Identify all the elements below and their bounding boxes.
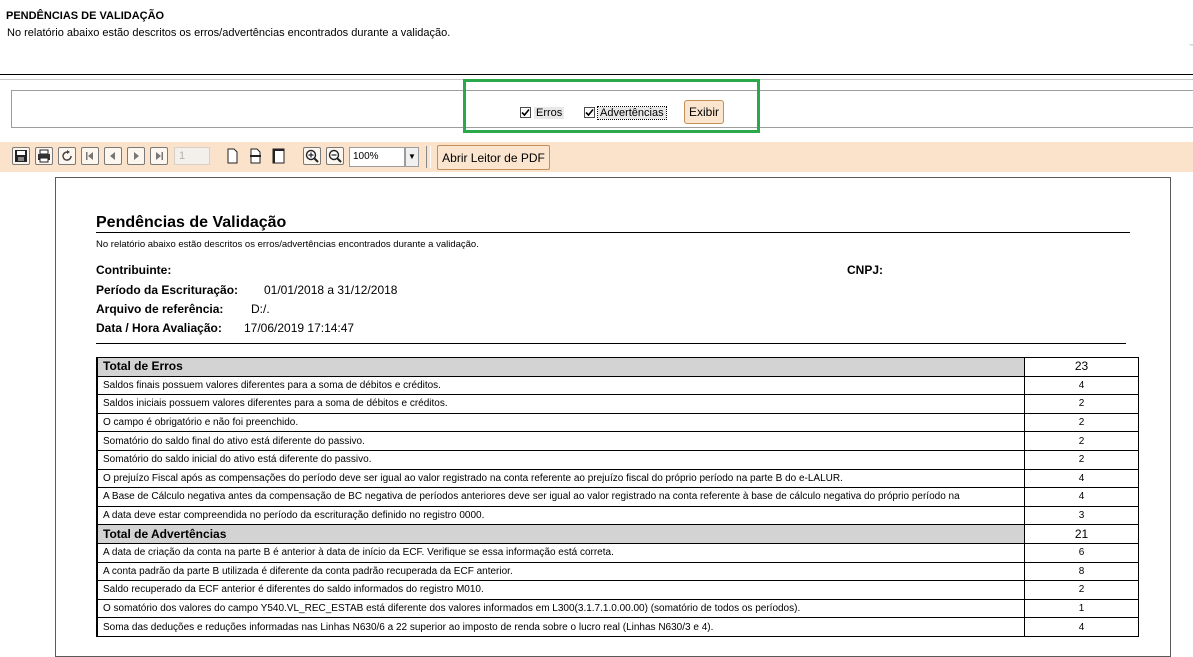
table-row: O somatório dos valores do campo Y540.VL… [96, 598, 1139, 619]
last-page-button[interactable] [150, 147, 168, 165]
table-row: Soma das deduções e reduções informadas … [96, 617, 1139, 637]
contribuinte-label: Contribuinte: [96, 263, 172, 277]
row-count: 2 [1024, 431, 1139, 451]
row-count: 4 [1024, 468, 1139, 489]
table-row: A data deve estar compreendida no períod… [96, 505, 1139, 526]
row-count: 8 [1024, 561, 1139, 582]
row-count: 2 [1024, 449, 1139, 470]
page-width-button[interactable] [247, 147, 265, 165]
row-description: Saldos finais possuem valores diferentes… [96, 375, 1025, 396]
errors-total-row: Total de Erros 23 [96, 357, 1139, 377]
report-header-rule [96, 343, 1126, 344]
zoom-select[interactable]: 100% [349, 147, 405, 167]
row-count: 2 [1024, 394, 1139, 414]
page-title: PENDÊNCIAS DE VALIDAÇÃO [6, 10, 165, 22]
first-page-icon [86, 152, 93, 160]
save-button[interactable] [12, 147, 30, 165]
table-left-border [96, 358, 98, 636]
page-number-input[interactable]: 1 [174, 147, 210, 165]
report-title-rule [96, 232, 1130, 233]
page-width-icon [250, 148, 261, 164]
prev-page-button[interactable] [104, 147, 122, 165]
last-page-icon [156, 152, 163, 160]
first-page-button[interactable] [81, 147, 99, 165]
errors-total-row-count: 23 [1024, 357, 1139, 377]
table-row: Somatório do saldo inicial do ativo está… [96, 449, 1139, 470]
cnpj-label: CNPJ: [847, 263, 884, 277]
table-row: Saldos finais possuem valores diferentes… [96, 375, 1139, 396]
row-count: 6 [1024, 542, 1139, 563]
periodo-value: 01/01/2018 a 31/12/2018 [264, 283, 398, 297]
row-count: 2 [1024, 580, 1139, 600]
page-view-button[interactable] [224, 147, 242, 165]
table-row: Saldo recuperado da ECF anterior é difer… [96, 580, 1139, 600]
filter-highlight-box [463, 79, 760, 133]
errors-total-row-label: Total de Erros [96, 357, 1025, 377]
row-description: A Base de Cálculo negativa antes da comp… [96, 487, 1025, 507]
print-icon [38, 149, 50, 163]
row-description: Saldo recuperado da ECF anterior é difer… [96, 580, 1025, 600]
row-description: O prejuízo Fiscal após as compensações d… [96, 468, 1025, 489]
whole-page-icon [272, 148, 285, 164]
periodo-label: Período da Escrituração: [96, 283, 239, 297]
row-description: A data deve estar compreendida no períod… [96, 505, 1025, 526]
toolbar-separator [426, 146, 431, 168]
results-table: Total de Erros 23 Saldos finais possuem va… [96, 357, 1139, 637]
warnings-total-row-label: Total de Advertências [96, 524, 1025, 544]
next-page-button[interactable] [127, 147, 145, 165]
table-row: Somatório do saldo final do ativo está d… [96, 431, 1139, 451]
warnings-total-row: Total de Advertências 21 [96, 524, 1139, 544]
prev-page-icon [110, 152, 115, 160]
row-count: 4 [1024, 617, 1139, 637]
report-description: No relatório abaixo estão descritos os e… [96, 239, 479, 250]
zoom-in-icon [305, 149, 319, 163]
arquivo-value: D:/. [251, 302, 270, 316]
row-description: Saldos iniciais possuem valores diferent… [96, 394, 1025, 414]
save-icon [15, 150, 27, 162]
refresh-icon [62, 150, 72, 161]
open-pdf-reader-button[interactable]: Abrir Leitor de PDF [437, 145, 550, 170]
row-description: A data de criação da conta na parte B é … [96, 542, 1025, 563]
table-row: O prejuízo Fiscal após as compensações d… [96, 468, 1139, 489]
row-description: O campo é obrigatório e não foi preenchi… [96, 412, 1025, 433]
row-count: 2 [1024, 412, 1139, 433]
arquivo-label: Arquivo de referência: [96, 302, 224, 316]
data-avaliacao-label: Data / Hora Avaliação: [96, 321, 222, 335]
whole-page-button[interactable] [270, 147, 288, 165]
row-count: 4 [1024, 375, 1139, 396]
table-row: A data de criação da conta na parte B é … [96, 542, 1139, 563]
report-title: Pendências de Validação [96, 214, 287, 231]
data-avaliacao-value: 17/06/2019 17:14:47 [244, 321, 355, 335]
row-count: 3 [1024, 505, 1139, 526]
zoom-in-button[interactable] [303, 147, 321, 165]
row-description: Soma das deduções e reduções informadas … [96, 617, 1025, 637]
zoom-out-icon [328, 149, 342, 163]
zoom-out-button[interactable] [326, 147, 344, 165]
table-row: A conta padrão da parte B utilizada é di… [96, 561, 1139, 582]
chevron-down-icon[interactable]: ▼ [405, 147, 419, 167]
header-divider [0, 74, 1193, 75]
row-count: 1 [1024, 598, 1139, 619]
table-row: O campo é obrigatório e não foi preenchi… [96, 412, 1139, 433]
table-row: Saldos iniciais possuem valores diferent… [96, 394, 1139, 414]
row-description: A conta padrão da parte B utilizada é di… [96, 561, 1025, 582]
resize-grip-icon: ╶ [1186, 38, 1193, 52]
row-description: Somatório do saldo final do ativo está d… [96, 431, 1025, 451]
row-count: 4 [1024, 487, 1139, 507]
page-view-icon [227, 148, 238, 164]
row-description: Somatório do saldo inicial do ativo está… [96, 449, 1025, 470]
page-description: No relatório abaixo estão descritos os e… [7, 27, 451, 39]
print-button[interactable] [35, 147, 53, 165]
row-description: O somatório dos valores do campo Y540.VL… [96, 598, 1025, 619]
next-page-icon [134, 152, 139, 160]
warnings-total-row-count: 21 [1024, 524, 1139, 544]
refresh-button[interactable] [58, 147, 76, 165]
table-row: A Base de Cálculo negativa antes da comp… [96, 487, 1139, 507]
